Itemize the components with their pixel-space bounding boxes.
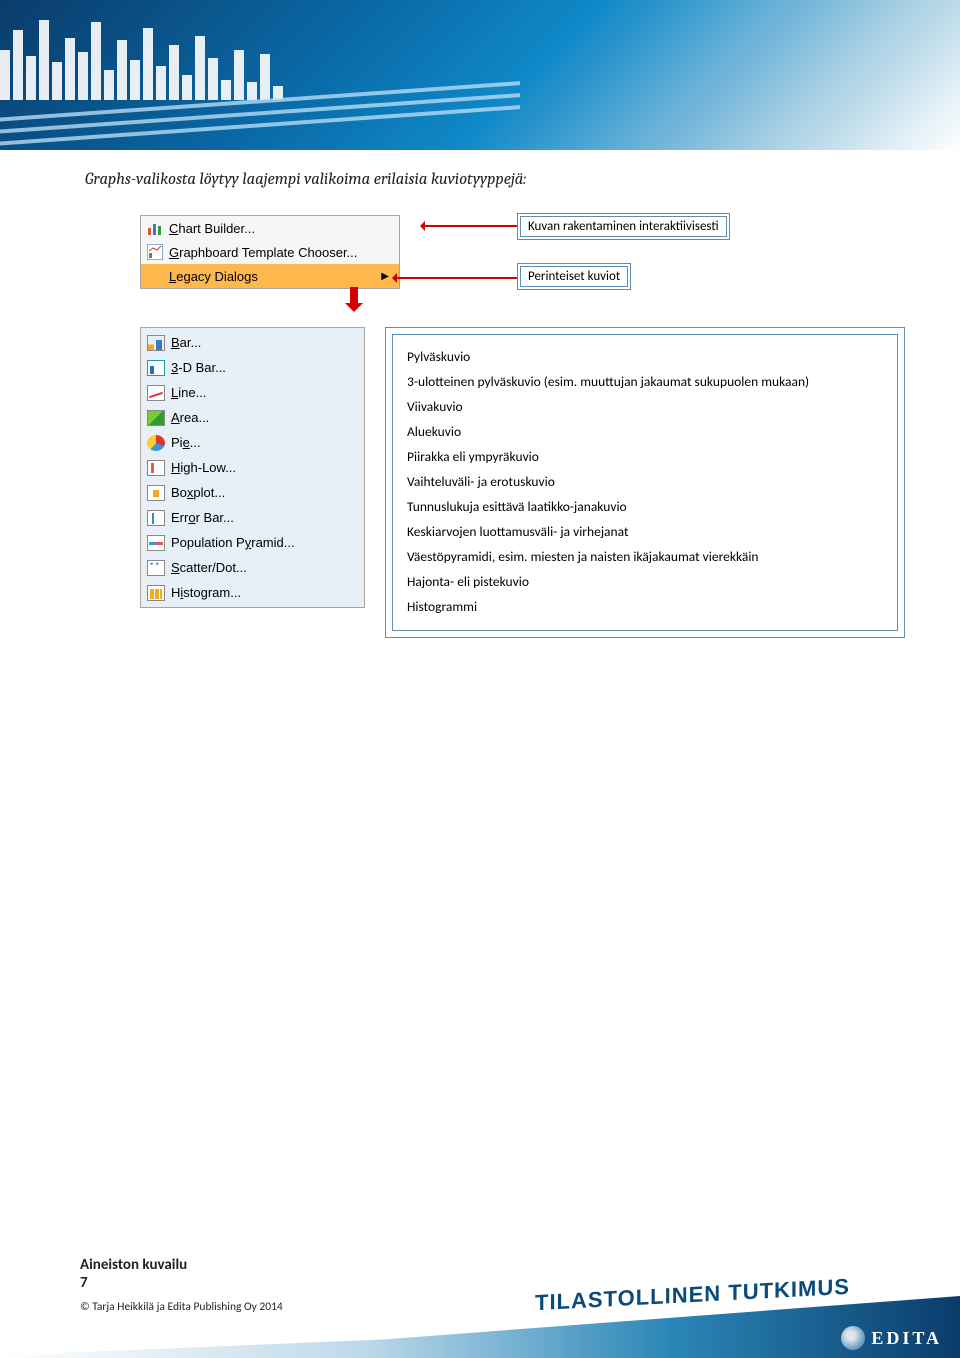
- desc-3d-bar: 3-ulotteinen pylväskuvio (esim. muuttuja…: [407, 370, 883, 395]
- red-down-arrow-icon: [345, 287, 363, 313]
- desc-bar: Pylväskuvio: [407, 345, 883, 370]
- annotation-arrow: [395, 277, 519, 279]
- annotation-legacy: Perinteiset kuviot: [517, 263, 631, 290]
- high-low-icon: [147, 460, 165, 476]
- bar3d-icon: [147, 360, 165, 376]
- bar-icon: [147, 335, 165, 351]
- scatter-icon: [147, 560, 165, 576]
- logo-swirl-icon: [841, 1326, 865, 1350]
- mnemonic-g: G: [169, 245, 179, 260]
- spss-graphs-menu: Chart Builder... Graphboard Template Cho…: [140, 215, 400, 289]
- publisher-logo: EDITA: [841, 1326, 942, 1350]
- menu-population-pyramid[interactable]: Population Pyramid...: [141, 530, 364, 555]
- annotation-interactive: Kuvan rakentaminen interaktiivisesti: [517, 213, 730, 240]
- copyright-text: © Tarja Heikkilä ja Edita Publishing Oy …: [80, 1300, 283, 1314]
- desc-histogram: Histogrammi: [407, 595, 883, 620]
- page-number: 7: [80, 1274, 283, 1292]
- annotation-arrow: [423, 225, 519, 227]
- desc-boxplot: Tunnuslukuja esittävä laatikko-janakuvio: [407, 495, 883, 520]
- page-footer: Aineiston kuvailu 7 © Tarja Heikkilä ja …: [0, 1228, 960, 1358]
- legacy-dialogs-submenu-block: Bar... 3-D Bar... Line... Area... Pie...…: [85, 327, 905, 667]
- menu-line[interactable]: Line...: [141, 380, 364, 405]
- menu-scatter-dot[interactable]: Scatter/Dot...: [141, 555, 364, 580]
- menu-legacy-dialogs[interactable]: Legacy Dialogs ▶: [141, 264, 399, 288]
- mnemonic-c: C: [169, 221, 178, 236]
- section-title: Aineiston kuvailu: [80, 1256, 283, 1274]
- menu-histogram[interactable]: Histogram...: [141, 580, 364, 605]
- menu-error-bar[interactable]: Error Bar...: [141, 505, 364, 530]
- graphboard-icon: [147, 244, 163, 260]
- desc-error-bar: Keskiarvojen luottamusväli- ja virhejana…: [407, 520, 883, 545]
- publisher-name: EDITA: [871, 1328, 942, 1349]
- desc-pyramid: Väestöpyramidi, esim. miesten ja naisten…: [407, 545, 883, 570]
- menu-graphboard-chooser[interactable]: Graphboard Template Chooser...: [141, 240, 399, 264]
- desc-scatter: Hajonta- eli pistekuvio: [407, 570, 883, 595]
- desc-high-low: Vaihteluväli- ja erotuskuvio: [407, 470, 883, 495]
- menu-high-low[interactable]: High-Low...: [141, 455, 364, 480]
- menu-area[interactable]: Area...: [141, 405, 364, 430]
- menu-bar[interactable]: Bar...: [141, 330, 364, 355]
- chart-builder-icon: [147, 220, 163, 236]
- intro-paragraph: Graphs-valikosta löytyy laajempi valikoi…: [85, 170, 900, 189]
- spss-legacy-submenu: Bar... 3-D Bar... Line... Area... Pie...…: [140, 327, 365, 608]
- line-icon: [147, 385, 165, 401]
- error-bar-icon: [147, 510, 165, 526]
- area-icon: [147, 410, 165, 426]
- desc-area: Aluekuvio: [407, 420, 883, 445]
- pyramid-icon: [147, 535, 165, 551]
- legacy-dialogs-icon: [147, 268, 163, 284]
- description-panel: Pylväskuvio 3-ulotteinen pylväskuvio (es…: [385, 327, 905, 638]
- desc-line: Viivakuvio: [407, 395, 883, 420]
- menu-chart-builder[interactable]: Chart Builder...: [141, 216, 399, 240]
- menu-3d-bar[interactable]: 3-D Bar...: [141, 355, 364, 380]
- graphs-menu-screenshot: Chart Builder... Graphboard Template Cho…: [85, 211, 905, 311]
- desc-pie: Piirakka eli ympyräkuvio: [407, 445, 883, 470]
- boxplot-icon: [147, 485, 165, 501]
- histogram-icon: [147, 585, 165, 601]
- pie-icon: [147, 435, 165, 451]
- page-content: Graphs-valikosta löytyy laajempi valikoi…: [0, 0, 960, 667]
- menu-boxplot[interactable]: Boxplot...: [141, 480, 364, 505]
- menu-pie[interactable]: Pie...: [141, 430, 364, 455]
